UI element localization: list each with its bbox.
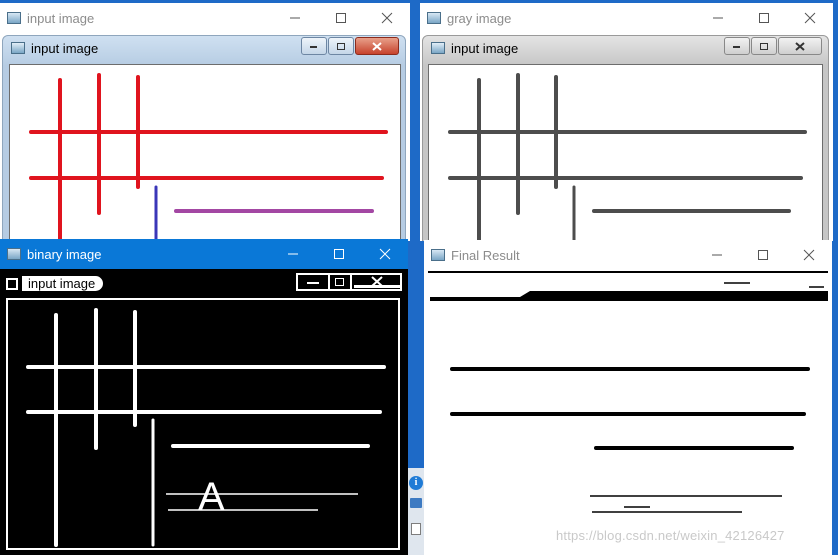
- minimize-icon: [290, 17, 300, 19]
- image-canvas: [424, 271, 832, 555]
- inner-minimize-button[interactable]: [298, 275, 330, 289]
- window-title: input image: [27, 10, 95, 26]
- file-icon: [411, 523, 421, 535]
- maximize-icon: [759, 13, 769, 23]
- gray-image-drawing: [448, 73, 807, 241]
- minimize-button[interactable]: [270, 239, 316, 269]
- maximize-icon: [758, 250, 768, 260]
- final-result-drawing: [428, 271, 828, 513]
- window-gray-image: gray image input image: [420, 3, 833, 241]
- window-input-image: input image input image: [0, 3, 410, 241]
- image-canvas: [9, 64, 401, 241]
- window-binary-image: binary image input image A: [0, 239, 408, 555]
- close-icon: [381, 12, 393, 24]
- minimize-icon: [307, 282, 319, 284]
- image-canvas: A: [6, 298, 400, 550]
- inner-close-button[interactable]: [352, 275, 404, 289]
- inner-frame: input image: [2, 35, 406, 241]
- watermark-text: https://blog.csdn.net/weixin_42126427: [556, 528, 785, 543]
- overlay-letter: A: [198, 475, 225, 519]
- titlebar[interactable]: gray image: [420, 3, 833, 33]
- close-icon: [803, 249, 815, 261]
- inner-close-button[interactable]: [355, 37, 399, 55]
- app-window-icon: [7, 248, 21, 260]
- maximize-icon: [337, 42, 345, 50]
- app-window-icon: [11, 42, 25, 54]
- maximize-button[interactable]: [741, 3, 787, 33]
- inner-window-buttons: [296, 273, 402, 291]
- maximize-icon: [334, 249, 344, 259]
- maximize-button[interactable]: [318, 3, 364, 33]
- inner-title: input image: [31, 41, 99, 56]
- minimize-icon: [712, 254, 722, 256]
- background-app-strip: i: [408, 468, 424, 555]
- titlebar[interactable]: input image: [0, 3, 410, 33]
- inner-close-button[interactable]: [778, 37, 822, 55]
- inner-minimize-button[interactable]: [301, 37, 327, 55]
- window-final-result: Final Result: [424, 240, 832, 555]
- close-button[interactable]: [786, 240, 832, 270]
- info-icon: i: [409, 476, 423, 490]
- close-button[interactable]: [787, 3, 833, 33]
- inner-maximize-button[interactable]: [330, 275, 352, 289]
- input-image-drawing: [29, 73, 388, 241]
- titlebar[interactable]: Final Result: [424, 240, 832, 270]
- maximize-button[interactable]: [316, 239, 362, 269]
- window-title: Final Result: [451, 247, 520, 263]
- minimize-icon: [310, 46, 317, 48]
- inner-title: input image: [451, 41, 519, 56]
- minimize-icon: [713, 17, 723, 19]
- inner-maximize-button[interactable]: [328, 37, 354, 55]
- image-canvas: [428, 64, 823, 241]
- window-title: binary image: [27, 246, 102, 262]
- close-icon: [804, 12, 816, 24]
- close-icon: [372, 41, 382, 51]
- minimize-icon: [288, 253, 298, 255]
- minimize-button[interactable]: [695, 3, 741, 33]
- window-title: gray image: [447, 10, 512, 26]
- inner-frame: input image: [422, 35, 829, 241]
- app-window-icon: [7, 12, 21, 24]
- close-button[interactable]: [364, 3, 410, 33]
- app-window-icon: [427, 12, 441, 24]
- titlebar[interactable]: binary image: [0, 239, 408, 269]
- app-window-icon: [6, 278, 18, 290]
- close-icon: [379, 248, 391, 260]
- app-window-icon: [431, 249, 445, 261]
- inner-maximize-button[interactable]: [751, 37, 777, 55]
- app-window-icon: [431, 42, 445, 54]
- close-button[interactable]: [362, 239, 408, 269]
- minimize-icon: [733, 46, 740, 48]
- minimize-button[interactable]: [694, 240, 740, 270]
- minimize-button[interactable]: [272, 3, 318, 33]
- close-icon: [795, 41, 805, 51]
- close-icon: [354, 276, 402, 288]
- maximize-button[interactable]: [740, 240, 786, 270]
- folder-icon: [410, 498, 422, 508]
- inner-title: input image: [22, 276, 104, 291]
- maximize-icon: [336, 13, 346, 23]
- binary-inner-frame: input image A: [0, 270, 408, 555]
- inner-minimize-button[interactable]: [724, 37, 750, 55]
- maximize-icon: [760, 42, 768, 50]
- maximize-icon: [335, 278, 344, 286]
